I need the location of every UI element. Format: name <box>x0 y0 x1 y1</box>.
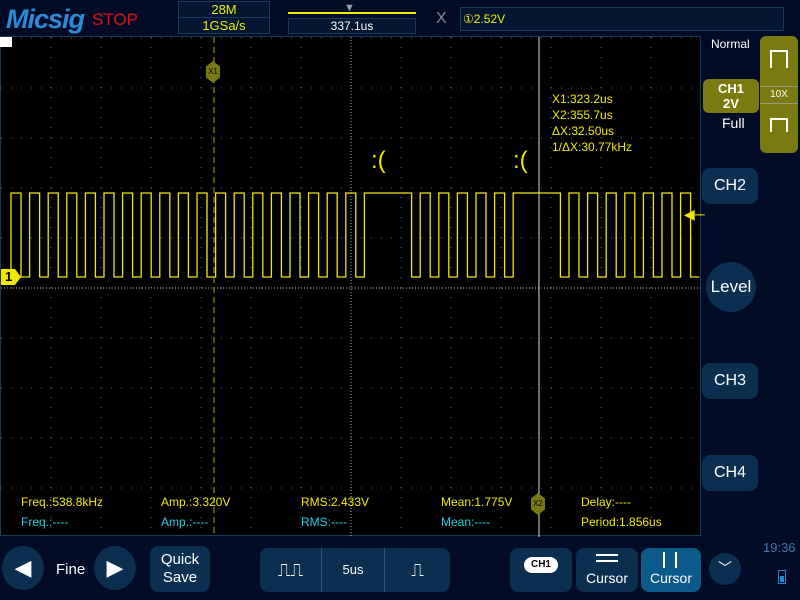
fine-label: Fine <box>56 561 86 578</box>
cursor-readout: X1:323.2us X2:355.7us ΔX:32.50us 1/ΔX:30… <box>552 91 632 155</box>
ch4-button[interactable]: CH4 <box>702 455 758 491</box>
ch1-waveform <box>10 192 700 278</box>
meas-freq-2: Freq.:---- <box>21 515 69 529</box>
quick-save-button[interactable]: Quick Save <box>150 546 210 592</box>
falling-edge-icon[interactable] <box>770 118 788 132</box>
trigger-mode[interactable]: Normal <box>711 37 750 51</box>
meas-amp: Amp.:3.320V <box>161 495 231 509</box>
timebase-decrease-icon[interactable]: ⎍⎍ <box>260 548 322 592</box>
channel-menu-button[interactable]: CH1 <box>510 548 572 592</box>
vertical-cursor-label: Cursor <box>649 570 692 586</box>
meas-rms: RMS:2.433V <box>301 495 370 509</box>
run-stop-status[interactable]: STOP <box>92 10 138 30</box>
quick-save-label-2: Save <box>162 569 198 586</box>
timebase-increase-icon[interactable]: ⎍ <box>384 548 450 592</box>
meas-freq: Freq.:538.8kHz <box>21 495 104 509</box>
level-knob[interactable]: Level <box>706 262 756 312</box>
glitch-mark: :( <box>513 147 528 174</box>
fine-right-button[interactable]: ▶ <box>94 546 136 590</box>
vertical-cursor-icon <box>663 552 677 568</box>
cursor-delta-value: ΔX:32.50us <box>552 124 615 138</box>
meas-period: Period:1.856us <box>581 515 662 529</box>
cursor-x2-value: X2:355.7us <box>552 108 613 122</box>
trigger-edge-panel[interactable]: 10X <box>760 36 798 153</box>
ch3-button[interactable]: CH3 <box>702 363 758 399</box>
brand-logo: Micsig <box>6 4 85 34</box>
cursor-x1-value: X1:323.2us <box>552 92 613 106</box>
horizontal-cursor-button[interactable]: Cursor <box>576 548 638 592</box>
bandwidth-limit[interactable]: Full <box>722 115 745 131</box>
memory-depth[interactable]: 28M <box>178 1 270 18</box>
clock: 19:36 <box>763 540 796 555</box>
horizontal-cursor-icon <box>596 554 618 562</box>
meas-rms-2: RMS:---- <box>301 515 347 529</box>
timebase-value: 5us <box>342 562 364 577</box>
sample-rate[interactable]: 1GSa/s <box>178 17 270 34</box>
waveform-screen[interactable]: 1 X1 X2 X1:323.2us X2:355.7us ΔX:32.50us… <box>0 36 701 537</box>
timebase-control[interactable]: ⎍⎍ 5us ⎍ <box>260 548 450 592</box>
quick-save-label-1: Quick <box>160 551 200 568</box>
vertical-cursor-button[interactable]: Cursor <box>641 548 701 592</box>
fine-left-button[interactable]: ◀ <box>2 546 44 590</box>
probe-ratio[interactable]: 10X <box>760 86 798 104</box>
trigger-position[interactable]: 337.1us <box>288 18 416 34</box>
x-axis-icon: X <box>436 10 447 27</box>
meas-amp-2: Amp.:---- <box>161 515 209 529</box>
horizontal-cursor-label: Cursor <box>585 570 628 586</box>
ch1-scale: 2V <box>723 96 739 111</box>
ch1-icon: CH1 <box>524 557 558 573</box>
trigger-marker-icon <box>0 37 12 47</box>
trigger-level-arrow-icon: ◀─ <box>684 206 705 222</box>
battery-icon <box>778 570 786 584</box>
ch2-button[interactable]: CH2 <box>702 168 758 204</box>
ch1-label: CH1 <box>717 81 744 96</box>
cursor-frequency-value: 1/ΔX:30.77kHz <box>552 140 633 154</box>
meas-mean-2: Mean:---- <box>441 515 491 529</box>
trigger-level[interactable]: ①2.52V <box>460 7 784 31</box>
expand-menu-button[interactable]: ﹀ <box>709 553 741 585</box>
ch1-scale-button[interactable]: CH1 2V <box>703 79 759 113</box>
rising-edge-icon[interactable] <box>770 50 788 68</box>
meas-mean: Mean:1.775V <box>441 495 513 509</box>
trigger-position-icon: ▼ <box>344 2 355 14</box>
meas-delay: Delay:---- <box>581 495 631 509</box>
glitch-mark: :( <box>371 147 386 174</box>
